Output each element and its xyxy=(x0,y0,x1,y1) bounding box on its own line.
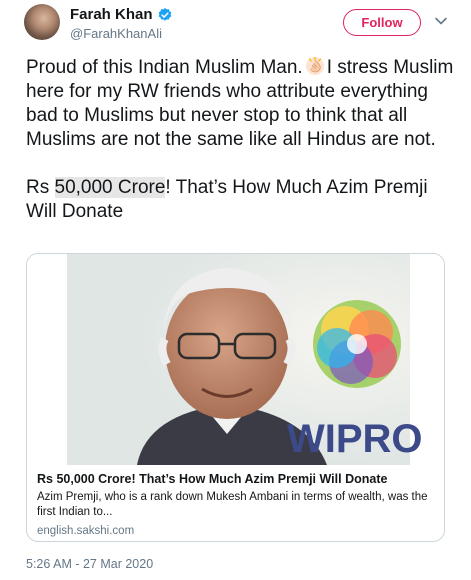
tweet-text-part: Rs xyxy=(26,177,55,198)
tweet-text: Proud of this Indian Muslim Man. I stres… xyxy=(26,56,456,248)
avatar[interactable] xyxy=(24,4,60,40)
card-domain: english.sakshi.com xyxy=(37,525,135,537)
tweet-text-part: Proud of this Indian Muslim Man. xyxy=(26,57,303,78)
chevron-down-icon[interactable] xyxy=(434,14,448,28)
card-body: Rs 50,000 Crore! That’s How Much Azim Pr… xyxy=(37,471,437,537)
card-photo: WIPRO xyxy=(27,254,444,465)
highlighted-text: 50,000 Crore xyxy=(54,177,166,198)
clapping-hands-icon xyxy=(305,56,324,75)
card-description: Azim Premji, who is a rank down Mukesh A… xyxy=(37,491,428,518)
follow-button[interactable]: Follow xyxy=(343,9,421,36)
card-title: Rs 50,000 Crore! That’s How Much Azim Pr… xyxy=(37,472,388,486)
tweet-paragraph-1: Proud of this Indian Muslim Man. I stres… xyxy=(26,56,456,152)
wipro-logo-text: WIPRO xyxy=(287,417,423,461)
verified-badge-icon xyxy=(158,7,171,21)
tweet-timestamp[interactable]: 5:26 AM - 27 Mar 2020 xyxy=(26,557,153,571)
author-handle[interactable]: @FarahKhanAli xyxy=(70,26,162,41)
tweet-paragraph-2: Rs 50,000 Crore! That’s How Much Azim Pr… xyxy=(26,176,456,224)
card-image: WIPRO xyxy=(27,254,444,465)
author-name-line: Farah Khan xyxy=(70,6,173,23)
tweet-header: Farah Khan @FarahKhanAli Follow xyxy=(0,0,471,56)
link-preview-card[interactable]: WIPRO Rs 50,000 Crore! That’s How Much A… xyxy=(26,253,445,542)
author-display-name[interactable]: Farah Khan xyxy=(70,6,153,23)
